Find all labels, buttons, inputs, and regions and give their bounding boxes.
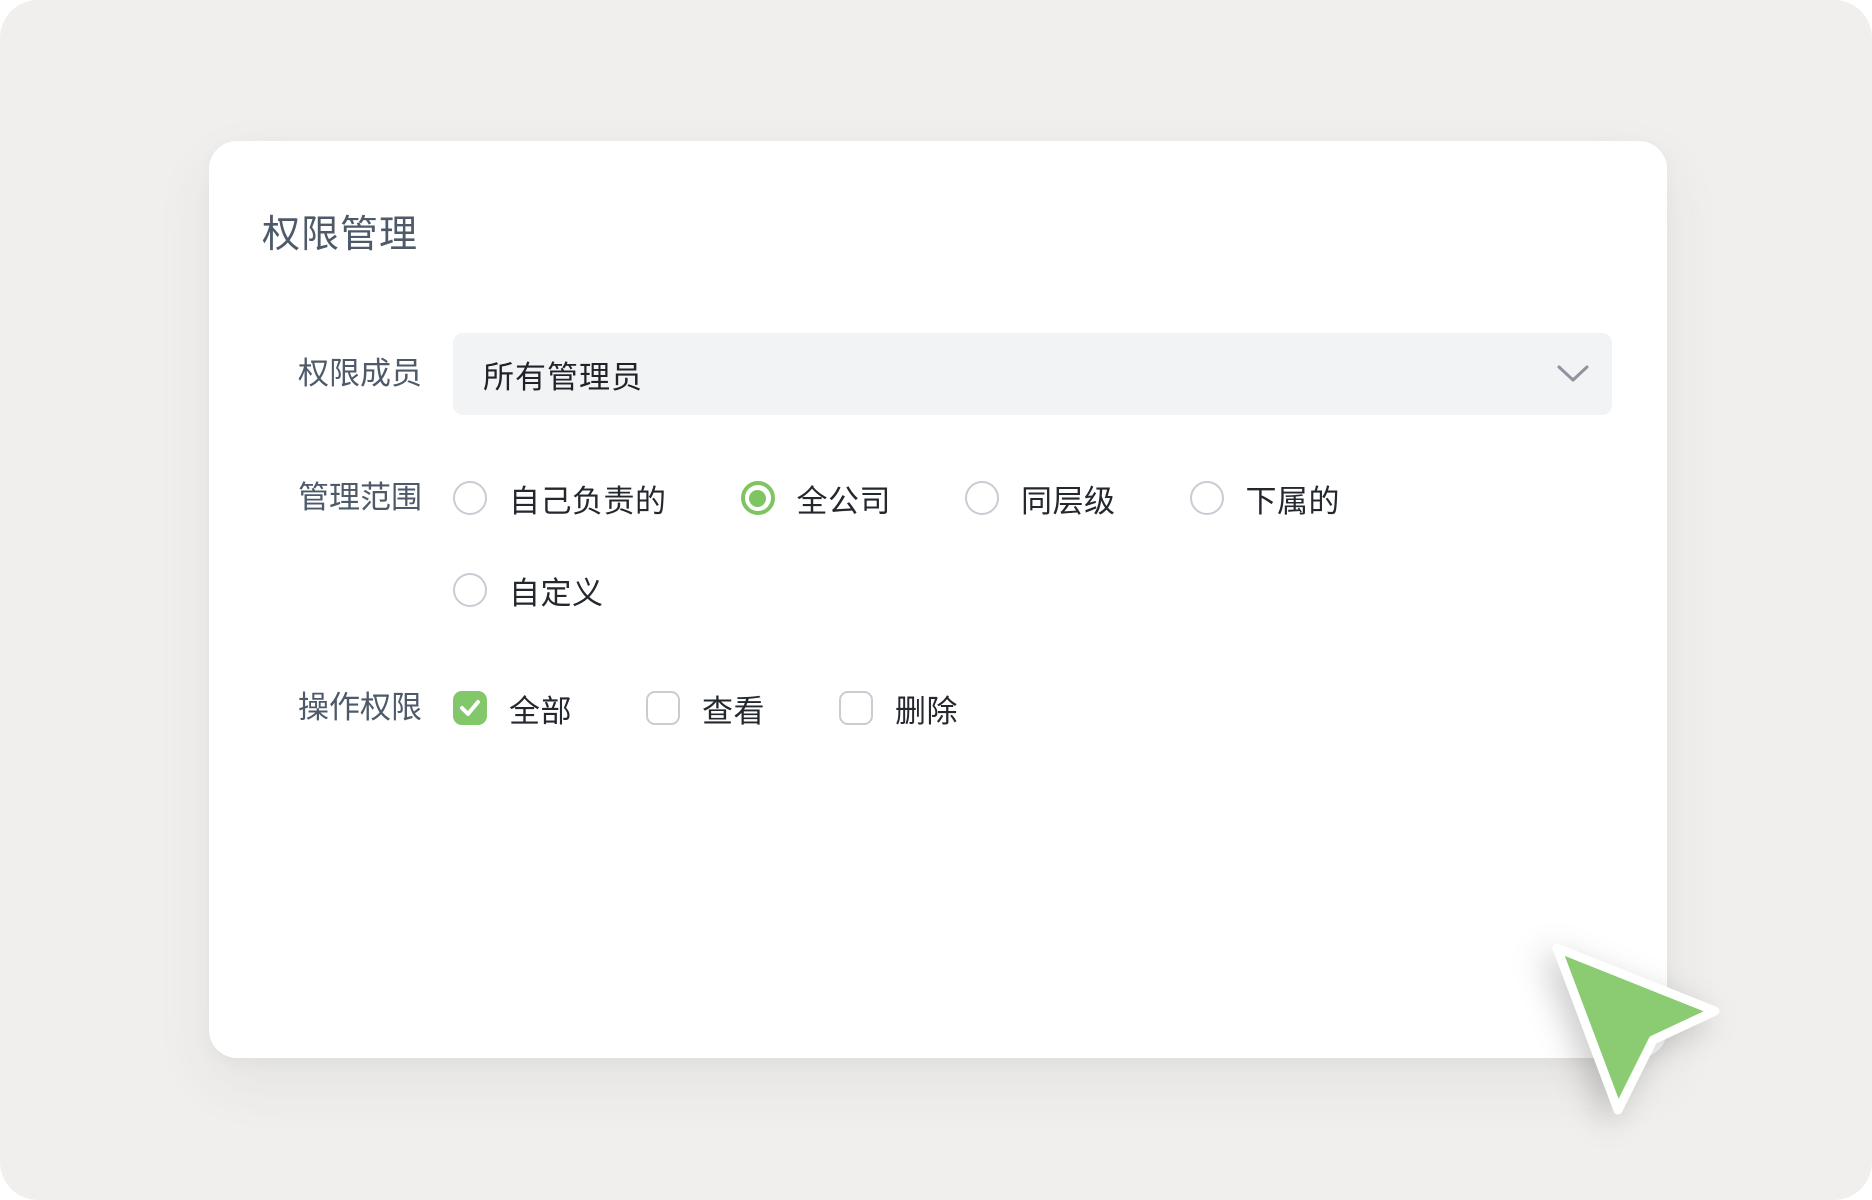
radio-checked-icon[interactable]	[741, 481, 775, 515]
radio-label: 下属的	[1246, 476, 1341, 521]
radio-unchecked-icon[interactable]	[453, 573, 487, 607]
permission-panel: 权限管理 权限成员 所有管理员 管理范围 自己负责的 全公司 同层级	[209, 141, 1667, 1058]
radio-option-same-level[interactable]: 同层级	[965, 476, 1116, 521]
chevron-down-icon	[1556, 364, 1590, 384]
screen-background: 权限管理 权限成员 所有管理员 管理范围 自己负责的 全公司 同层级	[0, 0, 1872, 1200]
radio-option-subordinates[interactable]: 下属的	[1190, 476, 1341, 521]
radio-unchecked-icon[interactable]	[1190, 481, 1224, 515]
checkbox-option-view[interactable]: 查看	[646, 686, 765, 731]
radio-unchecked-icon[interactable]	[453, 481, 487, 515]
checkbox-option-all[interactable]: 全部	[453, 686, 572, 731]
checkbox-label: 全部	[509, 686, 572, 731]
scope-field-label: 管理范围	[240, 481, 422, 515]
checkbox-checked-icon[interactable]	[453, 691, 487, 725]
checkbox-label: 删除	[895, 686, 958, 731]
member-field-label: 权限成员	[240, 357, 422, 391]
checkbox-label: 查看	[702, 686, 765, 731]
scope-radio-row-2: 自定义	[453, 573, 604, 607]
checkbox-unchecked-icon[interactable]	[839, 691, 873, 725]
radio-option-self-responsible[interactable]: 自己负责的	[453, 476, 667, 521]
checkmark-icon	[458, 696, 482, 720]
radio-option-whole-company[interactable]: 全公司	[741, 476, 892, 521]
scope-radio-row-1: 自己负责的 全公司 同层级 下属的	[453, 481, 1340, 515]
checkbox-option-delete[interactable]: 删除	[839, 686, 958, 731]
radio-label: 全公司	[797, 476, 892, 521]
member-select[interactable]: 所有管理员	[453, 333, 1612, 415]
radio-option-custom[interactable]: 自定义	[453, 568, 604, 613]
checkbox-unchecked-icon[interactable]	[646, 691, 680, 725]
radio-label: 自己负责的	[509, 476, 667, 521]
actions-checkbox-row: 全部 查看 删除	[453, 691, 958, 725]
page-title: 权限管理	[262, 203, 418, 258]
actions-field-label: 操作权限	[240, 691, 422, 725]
radio-label: 自定义	[509, 568, 604, 613]
member-select-value: 所有管理员	[483, 352, 1556, 397]
radio-unchecked-icon[interactable]	[965, 481, 999, 515]
radio-label: 同层级	[1021, 476, 1116, 521]
